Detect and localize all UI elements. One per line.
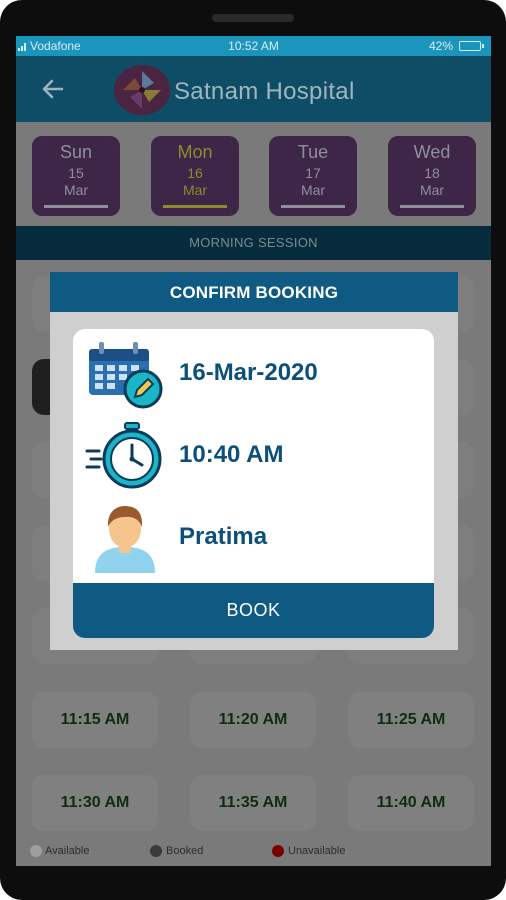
day-selector: Sun 15 Mar Mon 16 Mar Tue 17 Mar Wed 18 … <box>16 122 491 226</box>
day-tab-mon[interactable]: Mon 16 Mar <box>151 136 239 216</box>
calendar-edit-icon <box>89 342 163 409</box>
patient-row: Pratima <box>73 501 434 573</box>
phone-speaker <box>212 14 294 22</box>
time-slot-1135[interactable]: 11:35 AM <box>190 775 316 831</box>
time-slot-1140[interactable]: 11:40 AM <box>348 775 474 831</box>
day-number: 15 <box>68 165 84 181</box>
time-slot-1130[interactable]: 11:30 AM <box>32 775 158 831</box>
stopwatch-icon <box>85 422 162 489</box>
booked-dot <box>150 845 162 857</box>
day-number: 18 <box>424 165 440 181</box>
time-slot-1120[interactable]: 11:20 AM <box>190 692 316 748</box>
app-bar: Satnam Hospital <box>16 56 491 122</box>
day-tab-sun[interactable]: Sun 15 Mar <box>32 136 120 216</box>
booking-time: 10:40 AM <box>179 441 284 468</box>
day-name: Mon <box>177 142 213 162</box>
day-underline <box>44 205 108 208</box>
status-bar: Vodafone 10:52 AM 42% <box>16 36 491 56</box>
day-underline <box>281 205 345 208</box>
patient-name: Pratima <box>179 523 268 550</box>
arrow-left-icon[interactable] <box>40 76 66 102</box>
slot-legend: Available Booked Unavailable <box>16 842 491 862</box>
legend-booked: Booked <box>166 845 204 857</box>
day-name: Sun <box>59 142 93 162</box>
day-number: 16 <box>187 165 203 181</box>
phone-frame: Vodafone 10:52 AM 42% Satnam Hospital Su… <box>0 0 506 900</box>
session-header: MORNING SESSION <box>16 226 491 260</box>
status-time: 10:52 AM <box>228 39 279 53</box>
day-tab-wed[interactable]: Wed 18 Mar <box>388 136 476 216</box>
battery-percent: 42% <box>428 39 453 53</box>
unavailable-dot <box>272 845 284 857</box>
time-slot-1115[interactable]: 11:15 AM <box>32 692 158 748</box>
pinwheel-logo-icon <box>114 65 170 115</box>
day-tab-tue[interactable]: Tue 17 Mar <box>269 136 357 216</box>
legend-available: Available <box>45 845 90 857</box>
day-month: Mar <box>182 182 208 198</box>
dialog-title: CONFIRM BOOKING <box>50 272 458 312</box>
time-slot-1125[interactable]: 11:25 AM <box>348 692 474 748</box>
available-dot <box>30 845 42 857</box>
day-number: 17 <box>305 165 321 181</box>
confirm-booking-dialog: CONFIRM BOOKING 16-Mar-2020 10:40 AM Pra… <box>50 272 458 650</box>
day-month: Mar <box>63 182 89 198</box>
legend-unavailable: Unavailable <box>288 845 346 857</box>
day-month: Mar <box>419 182 445 198</box>
time-row: 10:40 AM <box>73 419 434 491</box>
day-month: Mar <box>300 182 326 198</box>
day-name: Wed <box>413 142 451 162</box>
battery-icon <box>459 41 484 51</box>
day-name: Tue <box>297 142 329 162</box>
person-avatar-icon <box>95 506 155 573</box>
booking-date: 16-Mar-2020 <box>179 359 318 386</box>
app-title: Satnam Hospital <box>174 78 355 105</box>
book-button[interactable]: BOOK <box>73 583 434 638</box>
day-underline <box>163 205 227 208</box>
day-underline <box>400 205 464 208</box>
date-row: 16-Mar-2020 <box>73 337 434 409</box>
booking-details-card: 16-Mar-2020 10:40 AM Pratima BOOK <box>73 329 434 638</box>
